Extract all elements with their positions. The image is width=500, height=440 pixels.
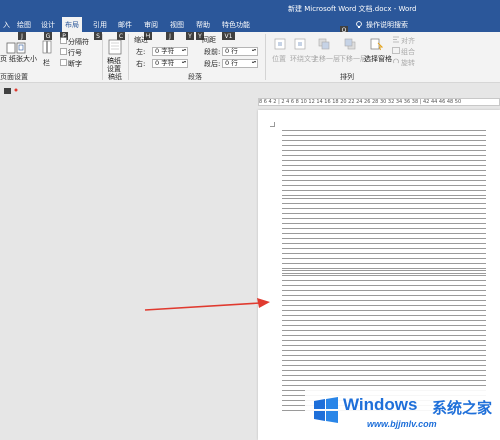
tell-me-label: 操作说明搜索 (366, 21, 408, 29)
tab-mailings[interactable]: 邮件 (117, 20, 133, 30)
paper-size-button[interactable]: 纸张大小 (9, 54, 37, 64)
columns-button[interactable]: 栏 (43, 58, 50, 68)
red-arrow-annotation (144, 298, 270, 311)
rotate-icon (393, 58, 399, 64)
tab-design[interactable]: 设计 (40, 20, 56, 30)
wrap-text-icon (294, 38, 306, 50)
group-separator (102, 34, 103, 80)
align-icon (393, 36, 399, 43)
tab-special-features[interactable]: 特色功能 (221, 20, 251, 30)
tab-review[interactable]: 审阅 (143, 20, 159, 30)
orientation-button[interactable]: 页 (0, 54, 7, 64)
ruler-marks: 8 6 4 2 | 2 4 6 8 10 12 14 16 18 20 22 2… (259, 99, 462, 105)
group-separator (265, 34, 266, 80)
lightbulb-icon (356, 21, 362, 28)
group-label-paragraph: 段落 (188, 73, 202, 81)
selection-pane-icon (370, 38, 383, 51)
text-paragraph (282, 198, 486, 278)
align-button[interactable]: 对齐 (401, 36, 415, 46)
group-separator (128, 34, 129, 80)
position-icon (274, 38, 286, 50)
page-corner-mark (270, 122, 275, 127)
hyphenation-icon (60, 59, 67, 66)
indent-right-input[interactable]: 0 字符 (152, 59, 188, 68)
red-dot-icon (14, 88, 18, 92)
group-label-arrange: 排列 (340, 73, 354, 81)
keytip-badge: V1 (222, 32, 235, 40)
text-paragraph (282, 130, 486, 200)
watermark-url: www.bjjmlv.com (367, 419, 437, 429)
tab-view[interactable]: 视图 (169, 20, 185, 30)
group-label-page-setup: 页面设置 (0, 73, 28, 81)
manuscript-button[interactable]: 稿纸设置 (107, 57, 123, 73)
spacing-label: 间距 (202, 36, 216, 44)
tab-help[interactable]: 帮助 (195, 20, 211, 30)
paper-size-icon (16, 42, 26, 54)
tab-layout[interactable]: 布局 (62, 17, 82, 32)
title-bar: 新建 Microsoft Word 文档.docx - Word (0, 0, 500, 17)
group-button[interactable]: 组合 (401, 47, 415, 57)
spacing-after-label: 段后: (204, 60, 221, 68)
bring-forward-button[interactable]: 上移一层 (312, 54, 340, 64)
position-button[interactable]: 位置 (272, 54, 286, 64)
send-backward-icon (344, 38, 356, 50)
windows-logo-icon (314, 397, 338, 423)
send-backward-button[interactable]: 下移一层 (339, 54, 367, 64)
indent-right-label: 右: (136, 60, 146, 68)
manuscript-icon (108, 39, 122, 55)
ribbon-layout: J G P S C H J Y Y V1 页 纸张大小 栏 分隔符 行号 断字 … (0, 32, 500, 83)
spacing-before-input[interactable]: 0 行 (222, 47, 258, 56)
keytip-badge: J (166, 32, 174, 40)
line-numbers-icon (60, 48, 67, 55)
keytip-badge: Y (186, 32, 194, 40)
keytip-badge: S (94, 32, 102, 40)
tab-draw[interactable]: 绘图 (16, 20, 32, 30)
selection-pane-button[interactable]: 选择窗格 (364, 54, 392, 64)
breaks-button[interactable]: 分隔符 (68, 37, 89, 47)
horizontal-ruler[interactable]: 8 6 4 2 | 2 4 6 8 10 12 14 16 18 20 22 2… (258, 98, 500, 106)
navigation-badge-icon (4, 88, 11, 94)
spacing-before-label: 段前: (204, 48, 221, 56)
columns-icon (42, 40, 52, 54)
tab-references[interactable]: 引用 (92, 20, 108, 30)
orientation-icon (6, 42, 16, 54)
tell-me-search[interactable]: 操作说明搜索 (355, 20, 408, 30)
indent-left-label: 左: (136, 48, 146, 56)
indent-left-input[interactable]: 0 字符 (152, 47, 188, 56)
keytip-badge: G (44, 32, 52, 40)
hyphenation-button[interactable]: 断字 (68, 59, 82, 69)
keytip-badge: J (18, 32, 26, 40)
rotate-button[interactable]: 旋转 (401, 58, 415, 68)
line-numbers-button[interactable]: 行号 (68, 48, 82, 58)
bring-forward-icon (318, 38, 330, 50)
indent-label: 缩进 (134, 36, 148, 44)
spacing-after-input[interactable]: 0 行 (222, 59, 258, 68)
watermark: Windows 系统之家 www.bjjmlv.com (305, 389, 500, 440)
group-label-manuscript: 稿纸 (108, 73, 122, 81)
breaks-icon (60, 37, 67, 44)
tab-insert[interactable]: 入 (2, 20, 11, 30)
text-paragraph (282, 270, 486, 340)
group-icon (392, 47, 400, 54)
watermark-title: Windows (343, 395, 418, 414)
window-title: 新建 Microsoft Word 文档.docx - Word (288, 5, 417, 13)
ribbon-tabs: 入 绘图 设计 布局 引用 邮件 审阅 视图 帮助 特色功能 操作说明搜索 Q (0, 17, 500, 34)
watermark-subtitle: 系统之家 (432, 399, 493, 417)
